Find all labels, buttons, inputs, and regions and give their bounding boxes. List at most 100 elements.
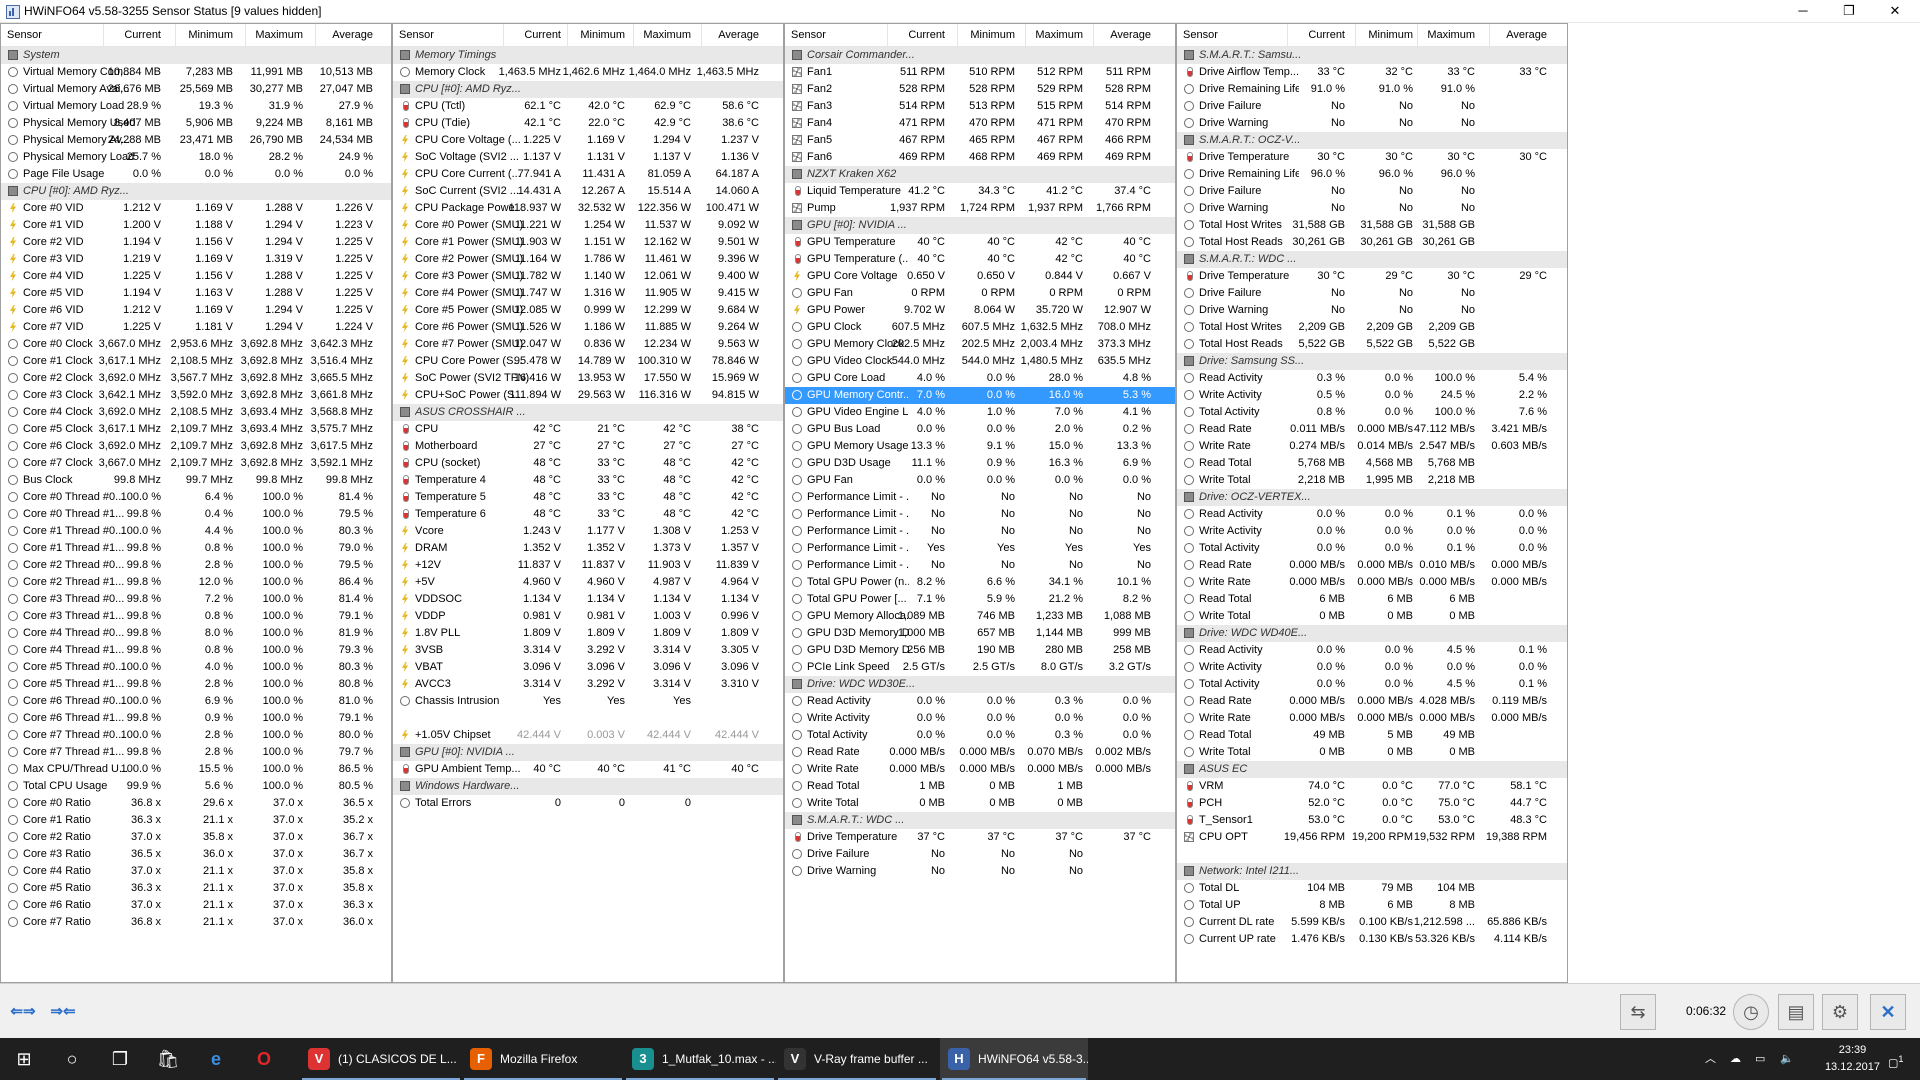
sensor-row[interactable]: Write Activity 0.0 % 0.0 % 0.0 % 0.0 % xyxy=(785,710,1175,727)
sensor-row[interactable]: Fan3 514 RPM 513 RPM 515 RPM 514 RPM xyxy=(785,98,1175,115)
add-report-icon[interactable]: ▤ xyxy=(1778,994,1814,1030)
sensor-row[interactable]: CPU+SoC Power (S... 111.894 W 29.563 W 116.… xyxy=(393,387,783,404)
sensor-row[interactable]: Total Host Writes 31,588 GB 31,588 GB 31,58… xyxy=(1177,217,1567,234)
sensor-row[interactable]: Current UP rate 1.476 KB/s 0.130 KB/s 53.32… xyxy=(1177,931,1567,948)
sensor-row[interactable]: SoC Voltage (SVI2 ... 1.137 V 1.131 V 1.137… xyxy=(393,149,783,166)
sensor-group-header[interactable]: NZXT Kraken X62 xyxy=(785,166,1175,183)
sensor-row[interactable]: CPU (Tctl) 62.1 °C 42.0 °C 62.9 °C 58.6 °C xyxy=(393,98,783,115)
sensor-row[interactable]: Vcore 1.243 V 1.177 V 1.308 V 1.253 V xyxy=(393,523,783,540)
previous-page-button[interactable]: ⇐⇒ xyxy=(6,1001,40,1023)
sensor-row[interactable]: Fan4 471 RPM 470 RPM 471 RPM 470 RPM xyxy=(785,115,1175,132)
sensor-row[interactable]: VBAT 3.096 V 3.096 V 3.096 V 3.096 V xyxy=(393,659,783,676)
sensor-row[interactable]: Core #7 Thread #1... 99.8 % 2.8 % 100.0 % 79… xyxy=(1,744,391,761)
sensor-group-header[interactable]: System xyxy=(1,47,391,64)
sensor-row[interactable]: Write Total 2,218 MB 1,995 MB 2,218 MB xyxy=(1177,472,1567,489)
sensor-row[interactable]: Write Total 0 MB 0 MB 0 MB xyxy=(1177,608,1567,625)
sensor-row[interactable]: Core #4 VID 1.225 V 1.156 V 1.288 V 1.225 V xyxy=(1,268,391,285)
sensor-row[interactable]: Drive Failure No No No xyxy=(1177,285,1567,302)
sensor-row[interactable]: Current DL rate 5.599 KB/s 0.100 KB/s 1,212… xyxy=(1177,914,1567,931)
sensor-row[interactable]: Core #1 Ratio 36.3 x 21.1 x 37.0 x 35.2 x xyxy=(1,812,391,829)
edge-browser-icon[interactable]: e xyxy=(192,1038,240,1080)
onedrive-icon[interactable]: ☁ xyxy=(1730,1038,1741,1080)
sensor-row[interactable]: Temperature 5 48 °C 33 °C 48 °C 42 °C xyxy=(393,489,783,506)
sensor-row[interactable]: Core #1 Thread #1... 99.8 % 0.8 % 100.0 % 79… xyxy=(1,540,391,557)
current-column-header[interactable]: Current xyxy=(908,29,945,41)
network-icon[interactable]: ⇆ xyxy=(1620,994,1656,1030)
sensor-row[interactable]: Performance Limit - ... No No No No xyxy=(785,489,1175,506)
sensor-row[interactable]: Core #0 Ratio 36.8 x 29.6 x 37.0 x 36.5 x xyxy=(1,795,391,812)
sensor-row[interactable]: Total Activity 0.0 % 0.0 % 4.5 % 0.1 % xyxy=(1177,676,1567,693)
sensor-group-header[interactable]: Memory Timings xyxy=(393,47,783,64)
sensor-row[interactable]: Drive Warning No No No xyxy=(1177,302,1567,319)
sensor-row[interactable]: Core #0 Power (SMU) 11.221 W 1.254 W 11.537… xyxy=(393,217,783,234)
sensor-row[interactable]: Drive Warning No No No xyxy=(1177,115,1567,132)
sensor-row[interactable]: Total UP 8 MB 6 MB 8 MB xyxy=(1177,897,1567,914)
column-header-row[interactable]: Sensor Current Minimum Maximum Average xyxy=(393,24,783,47)
sensor-row[interactable]: CPU (socket) 48 °C 33 °C 48 °C 42 °C xyxy=(393,455,783,472)
sensor-row[interactable]: Fan5 467 RPM 465 RPM 467 RPM 466 RPM xyxy=(785,132,1175,149)
notification-center-icon[interactable]: ▢1 xyxy=(1888,1038,1904,1080)
sensor-row[interactable]: Core #6 Ratio 37.0 x 21.1 x 37.0 x 36.3 x xyxy=(1,897,391,914)
sensor-row[interactable]: Core #4 Ratio 37.0 x 21.1 x 37.0 x 35.8 x xyxy=(1,863,391,880)
sensor-row[interactable]: GPU Memory Usage 13.3 % 9.1 % 15.0 % 13.3 % xyxy=(785,438,1175,455)
sensor-row[interactable]: Read Activity 0.0 % 0.0 % 0.3 % 0.0 % xyxy=(785,693,1175,710)
sensor-row[interactable]: CPU (Tdie) 42.1 °C 22.0 °C 42.9 °C 38.6 °C xyxy=(393,115,783,132)
sensor-row[interactable]: Core #6 Thread #1... 99.8 % 0.9 % 100.0 % 79… xyxy=(1,710,391,727)
sensor-row[interactable]: Core #7 Ratio 36.8 x 21.1 x 37.0 x 36.0 x xyxy=(1,914,391,931)
sensor-row[interactable]: Total CPU Usage 99.9 % 5.6 % 100.0 % 80.5 % xyxy=(1,778,391,795)
sensor-row[interactable]: Read Rate 0.000 MB/s 0.000 MB/s 0.010 MB/s 0… xyxy=(1177,557,1567,574)
sensor-row[interactable]: Core #4 Thread #0... 99.8 % 8.0 % 100.0 % 81… xyxy=(1,625,391,642)
sensor-row[interactable]: Drive Failure No No No xyxy=(1177,98,1567,115)
sensor-row[interactable]: Write Rate 0.000 MB/s 0.000 MB/s 0.000 MB/s… xyxy=(785,761,1175,778)
sensor-group-header[interactable]: GPU [#0]: NVIDIA ... xyxy=(785,217,1175,234)
sensor-row[interactable]: Core #5 Clock 3,617.1 MHz 2,109.7 MHz 3,693… xyxy=(1,421,391,438)
sensor-column-header[interactable]: Sensor xyxy=(1183,29,1218,41)
sensor-group-header[interactable]: S.M.A.R.T.: WDC ... xyxy=(1177,251,1567,268)
column-header-row[interactable]: Sensor Current Minimum Maximum Average xyxy=(785,24,1175,47)
sensor-row[interactable]: Core #3 Ratio 36.5 x 36.0 x 37.0 x 36.7 x xyxy=(1,846,391,863)
average-column-header[interactable]: Average xyxy=(332,29,373,41)
sensor-row[interactable]: AVCC3 3.314 V 3.292 V 3.314 V 3.310 V xyxy=(393,676,783,693)
sensor-row[interactable]: GPU Clock 607.5 MHz 607.5 MHz 1,632.5 MHz 70… xyxy=(785,319,1175,336)
sensor-row[interactable]: Fan1 511 RPM 510 RPM 512 RPM 511 RPM xyxy=(785,64,1175,81)
sensor-row[interactable]: VDDSOC 1.134 V 1.134 V 1.134 V 1.134 V xyxy=(393,591,783,608)
store-icon[interactable]: 🛍 xyxy=(144,1038,192,1080)
sensor-row[interactable]: Write Activity 0.0 % 0.0 % 0.0 % 0.0 % xyxy=(1177,523,1567,540)
sensor-row[interactable]: Bus Clock 99.8 MHz 99.7 MHz 99.8 MHz 99.8 MH… xyxy=(1,472,391,489)
sensor-row[interactable]: Core #2 VID 1.194 V 1.156 V 1.294 V 1.225 V xyxy=(1,234,391,251)
sensor-row[interactable]: Total DL 104 MB 79 MB 104 MB xyxy=(1177,880,1567,897)
sensor-row[interactable]: 1.8V PLL 1.809 V 1.809 V 1.809 V 1.809 V xyxy=(393,625,783,642)
sensor-row[interactable]: Total Activity 0.0 % 0.0 % 0.3 % 0.0 % xyxy=(785,727,1175,744)
column-separator[interactable] xyxy=(245,24,246,46)
sensor-panel[interactable]: Sensor Current Minimum Maximum Average Corsai… xyxy=(784,23,1176,983)
sensor-row[interactable]: Memory Clock 1,463.5 MHz 1,462.6 MHz 1,464.… xyxy=(393,64,783,81)
sensor-column-header[interactable]: Sensor xyxy=(399,29,434,41)
sensor-row[interactable]: GPU Memory Alloca... 1,089 MB 746 MB 1,233 … xyxy=(785,608,1175,625)
sensor-row[interactable]: Performance Limit - ... No No No No xyxy=(785,506,1175,523)
taskbar-app-button[interactable]: H HWiNFO64 v5.58-3... xyxy=(940,1038,1088,1080)
column-header-row[interactable]: Sensor Current Minimum Maximum Average xyxy=(1177,24,1567,47)
sensor-row[interactable]: Physical Memory Load 25.7 % 18.0 % 28.2 % 24… xyxy=(1,149,391,166)
clock-reset-icon[interactable]: ◷ xyxy=(1733,994,1769,1030)
maximum-column-header[interactable]: Maximum xyxy=(643,29,691,41)
sensor-row[interactable]: Core #6 Power (SMU) 11.526 W 1.186 W 11.885… xyxy=(393,319,783,336)
current-column-header[interactable]: Current xyxy=(1308,29,1345,41)
minimum-column-header[interactable]: Minimum xyxy=(188,29,233,41)
average-column-header[interactable]: Average xyxy=(1110,29,1151,41)
sensor-row[interactable]: Total GPU Power (n... 8.2 % 6.6 % 34.1 % 10.… xyxy=(785,574,1175,591)
taskbar-app-button[interactable]: F Mozilla Firefox xyxy=(462,1038,624,1080)
sensor-row[interactable]: Write Rate 0.000 MB/s 0.000 MB/s 0.000 MB/s… xyxy=(1177,574,1567,591)
sensor-row[interactable]: Drive Temperature 30 °C 30 °C 30 °C 30 °C xyxy=(1177,149,1567,166)
sensor-row[interactable]: Core #0 Thread #1... 99.8 % 0.4 % 100.0 % 79… xyxy=(1,506,391,523)
sensor-row[interactable]: SoC Current (SVI2 ... 14.431 A 12.267 A 15.… xyxy=(393,183,783,200)
sensor-row[interactable]: GPU Ambient Temp... 40 °C 40 °C 41 °C 40 °C xyxy=(393,761,783,778)
sensor-group-header[interactable]: Drive: OCZ-VERTEX... xyxy=(1177,489,1567,506)
sensor-row[interactable]: Pump 1,937 RPM 1,724 RPM 1,937 RPM 1,766 RPM xyxy=(785,200,1175,217)
sensor-row[interactable]: Drive Temperature 37 °C 37 °C 37 °C 37 °C xyxy=(785,829,1175,846)
sensor-group-header[interactable]: CPU [#0]: AMD Ryz... xyxy=(393,81,783,98)
column-separator[interactable] xyxy=(315,24,316,46)
sensor-row[interactable]: Core #1 Clock 3,617.1 MHz 2,108.5 MHz 3,692… xyxy=(1,353,391,370)
sensor-row[interactable]: Read Activity 0.3 % 0.0 % 100.0 % 5.4 % xyxy=(1177,370,1567,387)
sensor-row[interactable]: Core #0 VID 1.212 V 1.169 V 1.288 V 1.226 V xyxy=(1,200,391,217)
sensor-row[interactable]: Read Total 49 MB 5 MB 49 MB xyxy=(1177,727,1567,744)
